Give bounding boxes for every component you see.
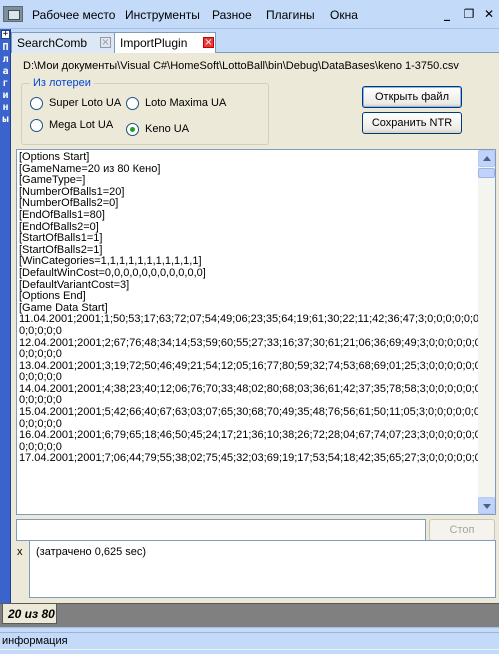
open-file-button[interactable]: Открыть файл <box>362 86 462 108</box>
text-line: 17.04.2001;2001;7;06;44;79;55;38;02;75;4… <box>19 452 484 465</box>
child-window-icon[interactable] <box>3 6 23 22</box>
text-line: 12.04.2001;2001;2;67;76;48;34;14;53;59;6… <box>19 336 484 349</box>
text-line: [EndOfBalls1=80] <box>19 208 105 221</box>
text-line: [Options Start] <box>19 151 90 163</box>
log-text: (затрачено 0,625 sec) <box>36 546 147 558</box>
text-line: 15.04.2001;2001;5;42;66;40;67;63;03;07;6… <box>19 406 484 419</box>
document-tab-bar: 20 из 80 <box>0 603 499 627</box>
plugins-side-strip[interactable]: + П л а г и н ы <box>0 29 11 632</box>
save-ntr-button[interactable]: Сохранить NTR <box>362 112 462 134</box>
text-line: 13.04.2001;2001;3;19;72;50;46;49;21;54;1… <box>19 359 484 372</box>
tab-label: SearchComb <box>17 36 88 50</box>
close-icon[interactable]: ✕ <box>482 7 496 21</box>
command-input[interactable] <box>16 519 426 541</box>
expand-icon[interactable]: + <box>1 30 10 39</box>
plugin-tab-strip: SearchComb × ImportPlugin × <box>11 29 499 54</box>
text-line: 14.04.2001;2001;4;38;23;40;12;06;76;70;3… <box>19 382 484 395</box>
menu-workplace[interactable]: Рабочее место <box>32 8 115 22</box>
scroll-down-icon[interactable] <box>478 497 495 514</box>
text-line: 0;0;0;0;0 <box>19 348 62 361</box>
text-line: 11.04.2001;2001;1;50;53;17;63;72;07;54;4… <box>19 313 483 326</box>
tab-searchcomb[interactable]: SearchComb × <box>11 32 115 53</box>
radio-icon[interactable] <box>30 97 43 110</box>
text-line: 0;0;0;0;0 <box>19 324 62 337</box>
status-text: информация <box>2 635 68 647</box>
restore-icon[interactable]: ❐ <box>462 7 476 21</box>
log-marker: x <box>17 546 23 558</box>
tab-importplugin[interactable]: ImportPlugin × <box>114 32 216 54</box>
status-panel <box>0 632 499 650</box>
log-output[interactable]: (затрачено 0,625 sec) <box>29 540 496 598</box>
vertical-scrollbar[interactable] <box>478 150 495 514</box>
lottery-group: Из лотереи Super Loto UA Loto Maxima UA … <box>21 77 269 145</box>
text-line: [DefaultWinCost=0,0,0,0,0,0,0,0,0,0,0] <box>19 266 206 279</box>
close-icon[interactable]: × <box>203 37 214 48</box>
data-textarea[interactable]: [Options Start] [GameName=20 из 80 Кено] [… <box>16 149 496 515</box>
menu-tools[interactable]: Инструменты <box>125 8 200 22</box>
text-line: [StartOfBalls1=1] <box>19 232 103 245</box>
close-icon[interactable]: × <box>100 37 111 48</box>
text-line: [GameName=20 из 80 Кено] <box>19 162 161 175</box>
text-line: 16.04.2001;2001;6;79;65;18;46;50;45;24;1… <box>19 429 484 442</box>
scroll-thumb[interactable] <box>478 168 495 178</box>
side-strip-title: П л а г и н ы <box>2 42 9 125</box>
text-line: [DefaultVariantCost=3] <box>19 278 130 291</box>
lottery-group-label: Из лотереи <box>30 77 94 89</box>
scroll-up-icon[interactable] <box>478 150 495 167</box>
menu-bar: Рабочее место Инструменты Разное Плагины… <box>0 0 499 29</box>
menu-plugins[interactable]: Плагины <box>266 8 315 22</box>
data-text: [Options Start] [GameName=20 из 80 Кено] [… <box>19 151 484 465</box>
status-bar: информация <box>0 627 499 654</box>
import-panel: D:\Мои документы\Visual C#\HomeSoft\Lott… <box>11 53 499 603</box>
radio-selected-icon[interactable] <box>126 123 139 136</box>
menu-misc[interactable]: Разное <box>212 8 252 22</box>
tab-label: ImportPlugin <box>120 36 188 50</box>
stop-button[interactable]: Стоп <box>429 519 495 541</box>
radio-icon[interactable] <box>30 119 43 132</box>
doc-tab-20-of-80[interactable]: 20 из 80 <box>2 604 57 624</box>
minimize-icon[interactable]: _ <box>440 7 454 21</box>
radio-icon[interactable] <box>126 97 139 110</box>
menu-windows[interactable]: Окна <box>330 8 358 22</box>
text-line: [Options End] <box>19 290 86 303</box>
file-path: D:\Мои документы\Visual C#\HomeSoft\Lott… <box>23 60 459 72</box>
